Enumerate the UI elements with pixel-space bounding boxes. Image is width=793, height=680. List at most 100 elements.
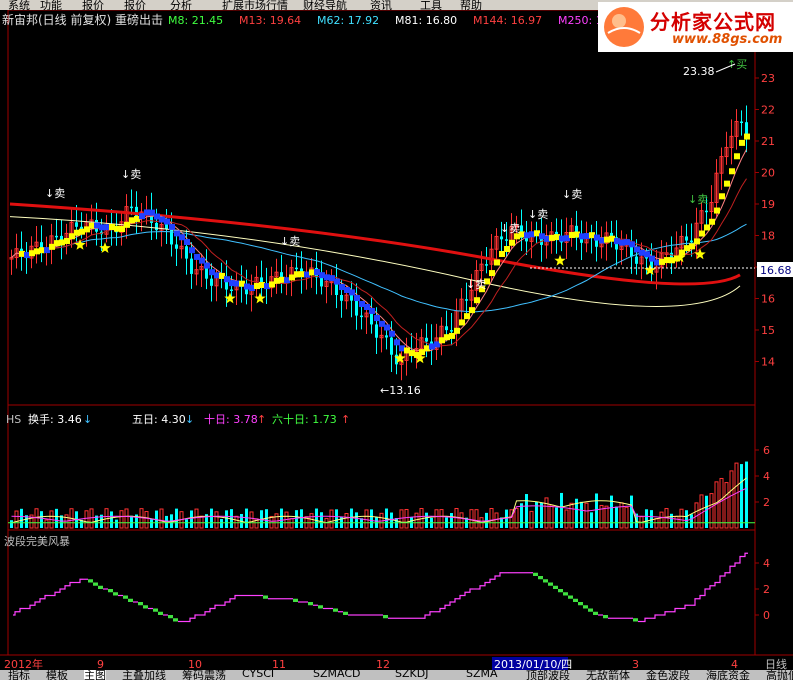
indicator-tab-5[interactable]: CYSCI [242, 670, 274, 680]
volume-bar-up [474, 509, 479, 529]
candle-body-down [375, 324, 378, 338]
indicator-tab-8[interactable]: SZMA [466, 670, 498, 680]
wave-step-up [698, 594, 703, 600]
wave-step-down [153, 608, 158, 612]
wave-step-up [228, 598, 233, 603]
trend-step-block [744, 133, 750, 140]
volume-bar-down [425, 512, 428, 528]
trend-step-block [489, 270, 495, 277]
indicator-tab-13[interactable]: 高抛低吸 [766, 670, 793, 680]
volume-bar-up [89, 508, 94, 529]
wave-step-down [138, 602, 143, 606]
candle-body-down [745, 122, 748, 136]
indicator-tab-11[interactable]: 金色波段 [646, 670, 690, 680]
trend-step-block [169, 223, 175, 230]
menu-item-6[interactable]: 财经导航 [303, 0, 347, 10]
volume-bar-up [309, 513, 314, 529]
wave-step-down [93, 582, 98, 586]
trend-step-block [459, 319, 465, 326]
wave-step-up [663, 611, 668, 616]
indicator-tab-0[interactable]: 指标 [8, 670, 30, 680]
volume-bar-up [489, 508, 494, 529]
candle-body-down [340, 295, 343, 301]
volume-bar-down [450, 513, 453, 528]
price-tick-label: 16 [761, 293, 775, 306]
trend-step-block [629, 241, 635, 248]
indicator-tab-2[interactable]: 主图 [84, 670, 106, 680]
price-tick-label: 20 [761, 167, 775, 180]
logo-globe-icon [604, 7, 644, 47]
trend-step-block [184, 239, 190, 246]
wave-step-up [443, 604, 448, 610]
volume-tick-label: 2 [763, 496, 770, 509]
volume-bar-up [679, 508, 684, 529]
menu-item-9[interactable]: 帮助 [460, 0, 482, 10]
wave-step-up [68, 581, 73, 587]
menu-item-3[interactable]: 报价 [124, 0, 146, 10]
candle-body-down [75, 222, 78, 227]
wave-step-down [318, 605, 323, 609]
wave-step-up [468, 588, 473, 593]
ma-legend-3: M81: 16.80 [395, 14, 457, 27]
wave-step-up [428, 611, 433, 616]
wave-step-up [653, 614, 658, 619]
wave-step-down [308, 602, 313, 606]
ten-day-arrow: ↑ [257, 413, 266, 426]
volume-bar-up [124, 508, 129, 529]
trend-step-block [469, 307, 475, 314]
volume-bar-up [34, 508, 39, 529]
trend-step-block [349, 289, 355, 296]
wave-step-up [63, 585, 68, 590]
wave-step-up [733, 562, 738, 567]
volume-bar-down [40, 511, 43, 528]
wave-step-up [703, 588, 708, 597]
wave-step-down [558, 589, 563, 593]
wave-step-down [578, 602, 583, 606]
volume-bar-up [514, 507, 519, 529]
indicator-tab-6[interactable]: SZMACD [313, 670, 361, 680]
candle-body-down [705, 210, 708, 213]
volume-bar-down [555, 507, 558, 528]
indicator-tab-4[interactable]: 筹码震荡 [182, 670, 226, 680]
wave-step-down [543, 579, 548, 583]
menu-item-0[interactable]: 系统 [8, 0, 30, 10]
menu-item-7[interactable]: 资讯 [370, 0, 392, 10]
stock-chart[interactable]: 23222120191817161514642420 ↓卖↓卖↓卖↓卖↓卖↓卖↓… [0, 10, 793, 670]
wave-step-down [593, 611, 598, 615]
indicator-tab-3[interactable]: 主叠加线 [122, 670, 166, 680]
volume-bar-up [584, 502, 589, 529]
menu-item-2[interactable]: 报价 [82, 0, 104, 10]
menu-item-8[interactable]: 工具 [420, 0, 442, 10]
indicator-tab-9[interactable]: 顶部波段 [526, 670, 570, 680]
time-tick-label: 9 [97, 658, 104, 670]
candle-body-down [355, 300, 358, 316]
trend-step-block [474, 297, 480, 304]
menu-item-4[interactable]: 分析 [170, 0, 192, 10]
date-cursor-label: 2013/01/10/四 [494, 658, 572, 670]
volume-bar-down [580, 501, 583, 528]
volume-bar-down [300, 509, 303, 528]
indicator-tab-1[interactable]: 模板 [46, 670, 68, 680]
indicator-tab-12[interactable]: 海底资金 [706, 670, 750, 680]
volume-bar-down [130, 515, 133, 528]
volume-bar-up [494, 512, 499, 529]
trend-step-block [694, 238, 700, 245]
volume-bar-down [615, 506, 618, 528]
indicator-tab-7[interactable]: SZKDJ [395, 670, 428, 680]
indicator-tabs[interactable]: 指标 模板 主图 主叠加线 筹码震荡 CYSCI SZMACD SZKDJ SZMA 顶部波段 无敌… [0, 670, 793, 680]
volume-bar-down [190, 510, 193, 528]
wave-step-down [383, 615, 388, 619]
candle-body-down [210, 278, 213, 286]
candle-body-down [500, 236, 503, 240]
volume-bar-down [540, 503, 543, 528]
indicator-tab-10[interactable]: 无敌箭体 [586, 670, 630, 680]
chart-title: 新宙邦(日线 前复权) 重磅出击 [2, 12, 163, 27]
current-price-label: 16.68 [760, 264, 792, 277]
menu-item-5[interactable]: 扩展市场行情 [222, 0, 288, 10]
wave-step-up [208, 607, 213, 613]
wave-panel-title: 波段完美风暴 [4, 534, 70, 548]
price-tick-label: 14 [761, 356, 775, 369]
menu-item-1[interactable]: 功能 [40, 0, 62, 10]
volume-bar-down [745, 461, 748, 528]
volume-bar-up [569, 502, 574, 529]
